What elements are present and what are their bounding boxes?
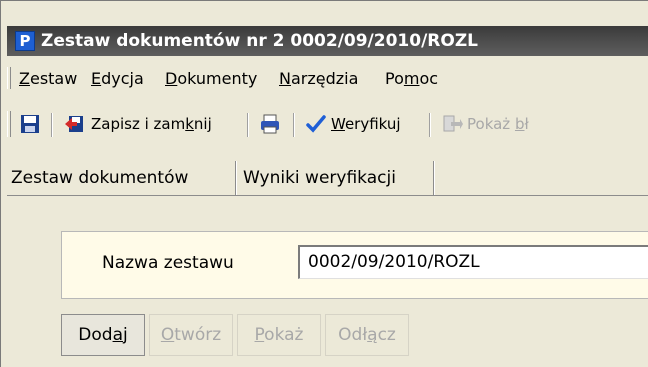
toolbar-separator <box>247 113 249 137</box>
menu-narzedzia[interactable]: Narzędzia <box>279 69 358 89</box>
set-name-label: Nazwa zestawu <box>102 253 234 273</box>
save-close-icon <box>65 116 83 132</box>
set-name-panel: Nazwa zestawu 0002/09/2010/ROZL <box>61 231 648 299</box>
menubar-grip[interactable] <box>7 67 11 89</box>
floppy-disk-icon <box>21 115 39 133</box>
menu-dokumenty[interactable]: Dokumenty <box>165 69 257 89</box>
show-errors-icon <box>443 115 463 132</box>
show-errors-label: Pokaż bł <box>467 115 529 133</box>
save-button[interactable] <box>19 113 43 137</box>
menu-pomoc[interactable]: Pomoc <box>385 69 438 89</box>
save-close-button[interactable]: Zapisz i zamknij <box>63 113 239 137</box>
tab-divider <box>433 161 435 195</box>
print-button[interactable] <box>259 113 285 137</box>
printer-icon <box>261 114 279 134</box>
show-errors-button[interactable]: Pokaż bł <box>441 113 648 137</box>
app-icon: P <box>15 31 35 51</box>
add-button[interactable]: Dodaj <box>61 314 145 356</box>
menu-bar: Zestaw Edycja Dokumenty Narzędzia Pomoc <box>7 63 648 93</box>
toolbar-separator <box>293 113 295 137</box>
tab-wyniki-weryfikacji[interactable]: Wyniki weryfikacji <box>243 167 396 189</box>
toolbar-grip[interactable] <box>7 111 11 137</box>
menu-zestaw[interactable]: Zestaw <box>19 69 77 89</box>
tab-strip: Zestaw dokumentów Wyniki weryfikacji <box>7 161 648 197</box>
tab-border <box>7 195 648 196</box>
menu-edycja[interactable]: Edycja <box>91 69 144 89</box>
verify-button[interactable]: Weryfikuj <box>305 113 421 137</box>
tab-divider <box>235 161 237 195</box>
show-button[interactable]: Pokaż <box>237 314 321 356</box>
toolbar: Zapisz i zamknij Weryfikuj Pokaż bł <box>7 105 648 143</box>
open-button[interactable]: Otwórz <box>149 314 233 356</box>
checkmark-icon <box>306 115 326 133</box>
set-name-input[interactable]: 0002/09/2010/ROZL <box>298 245 648 279</box>
title-bar: P Zestaw dokumentów nr 2 0002/09/2010/RO… <box>7 26 648 56</box>
tab-zestaw-dokumentow[interactable]: Zestaw dokumentów <box>11 167 188 189</box>
toolbar-separator <box>51 113 53 137</box>
detach-button[interactable]: Odłącz <box>325 314 409 356</box>
window-title: Zestaw dokumentów nr 2 0002/09/2010/ROZL <box>41 31 478 51</box>
main-window: P Zestaw dokumentów nr 2 0002/09/2010/RO… <box>0 0 648 367</box>
toolbar-separator <box>429 113 431 137</box>
